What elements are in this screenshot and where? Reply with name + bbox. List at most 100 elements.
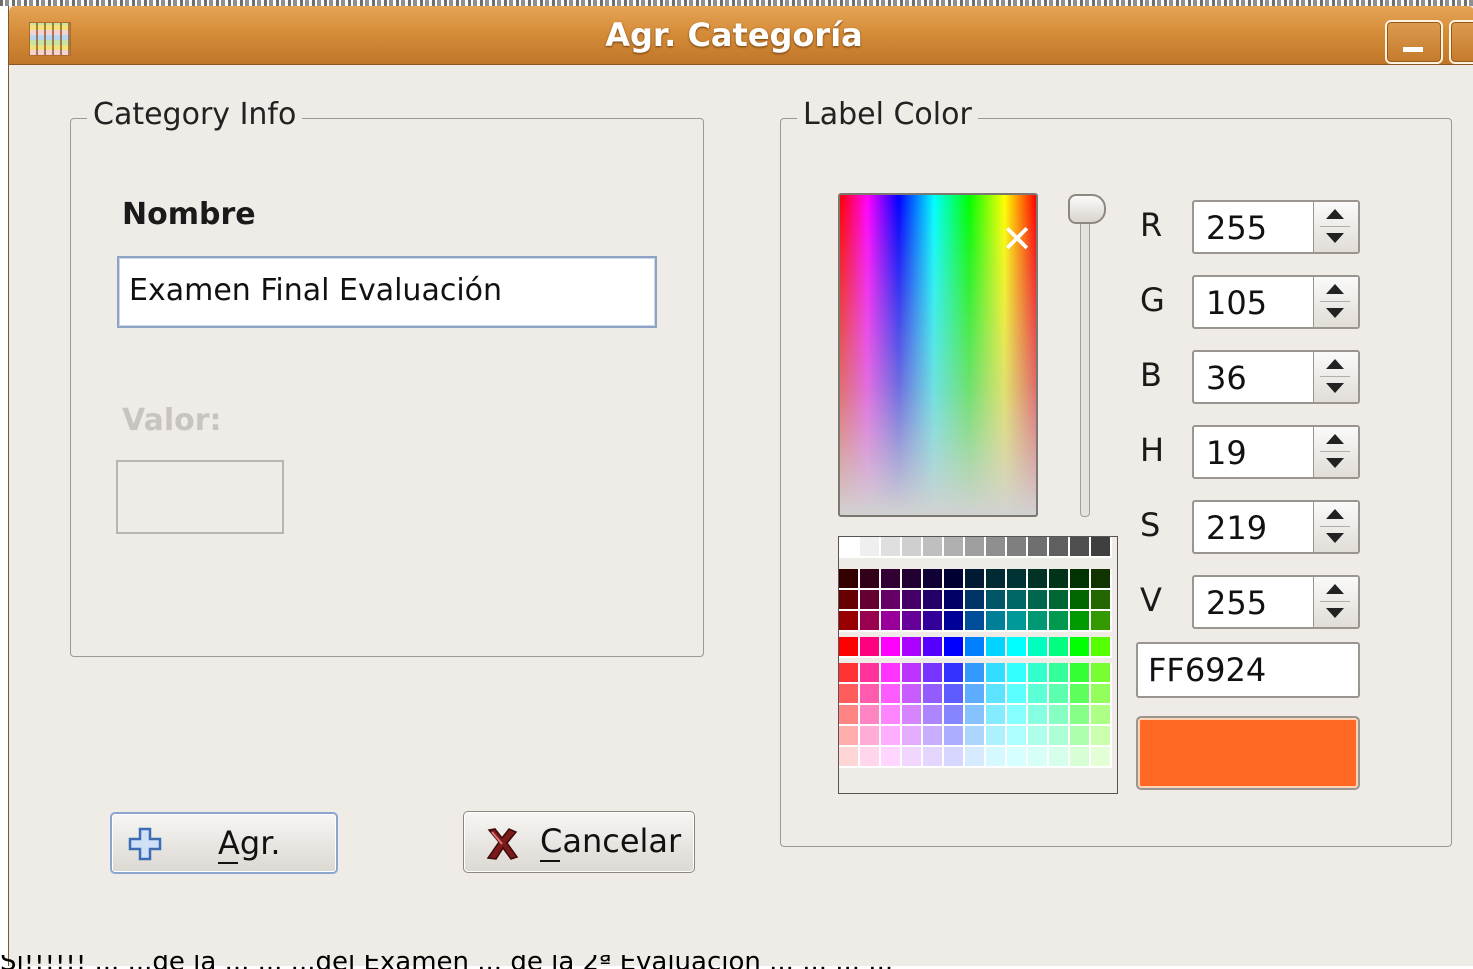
color-swatch[interactable] <box>986 569 1007 590</box>
spin-down-icon[interactable] <box>1326 383 1344 393</box>
name-input[interactable]: Examen Final Evaluación <box>117 256 657 328</box>
color-swatch[interactable] <box>1091 637 1112 658</box>
color-swatch[interactable] <box>1091 663 1112 684</box>
color-swatch[interactable] <box>860 726 881 747</box>
spin-down-icon[interactable] <box>1326 533 1344 543</box>
color-swatch[interactable] <box>1049 537 1070 558</box>
channel-value-h[interactable]: 19 <box>1206 434 1247 472</box>
color-swatch[interactable] <box>839 637 860 658</box>
color-swatch[interactable] <box>1070 590 1091 611</box>
color-swatch[interactable] <box>944 569 965 590</box>
color-swatch[interactable] <box>1091 747 1112 768</box>
color-swatch[interactable] <box>986 705 1007 726</box>
channel-spinner-v[interactable]: 255 <box>1192 575 1360 629</box>
add-button[interactable]: Agr. <box>110 812 338 874</box>
color-swatch[interactable] <box>1007 537 1028 558</box>
channel-value-g[interactable]: 105 <box>1206 284 1267 322</box>
spectrum-crosshair-icon[interactable]: ✕ <box>1000 220 1034 258</box>
color-swatch[interactable] <box>839 611 860 632</box>
channel-spinner-g[interactable]: 105 <box>1192 275 1360 329</box>
color-swatch[interactable] <box>1028 537 1049 558</box>
color-swatch[interactable] <box>860 590 881 611</box>
color-swatch[interactable] <box>1007 590 1028 611</box>
color-swatch[interactable] <box>1007 705 1028 726</box>
color-swatch[interactable] <box>1007 637 1028 658</box>
color-swatch[interactable] <box>881 590 902 611</box>
color-swatch[interactable] <box>923 569 944 590</box>
color-swatch[interactable] <box>860 684 881 705</box>
spin-up-icon[interactable] <box>1326 359 1344 369</box>
color-swatch[interactable] <box>965 590 986 611</box>
color-swatch[interactable] <box>839 684 860 705</box>
color-swatch[interactable] <box>1091 590 1112 611</box>
color-swatch[interactable] <box>986 590 1007 611</box>
color-swatch[interactable] <box>1007 569 1028 590</box>
channel-spinner-r[interactable]: 255 <box>1192 200 1360 254</box>
color-swatch[interactable] <box>965 537 986 558</box>
color-swatch[interactable] <box>1028 747 1049 768</box>
color-swatch[interactable] <box>1070 726 1091 747</box>
color-swatch[interactable] <box>1091 705 1112 726</box>
color-swatch[interactable] <box>902 726 923 747</box>
color-swatch[interactable] <box>902 569 923 590</box>
spin-buttons[interactable] <box>1313 427 1358 477</box>
color-swatch[interactable] <box>965 663 986 684</box>
color-swatch[interactable] <box>1049 611 1070 632</box>
title-bar[interactable]: Agr. Categoría <box>9 6 1473 65</box>
color-swatch[interactable] <box>860 637 881 658</box>
color-swatch[interactable] <box>1070 637 1091 658</box>
color-swatch[interactable] <box>1049 726 1070 747</box>
color-swatch[interactable] <box>923 537 944 558</box>
minimize-button[interactable] <box>1385 20 1443 64</box>
color-swatch[interactable] <box>1091 726 1112 747</box>
spin-down-icon[interactable] <box>1326 308 1344 318</box>
channel-value-v[interactable]: 255 <box>1206 584 1267 622</box>
color-swatch[interactable] <box>1007 684 1028 705</box>
color-swatch[interactable] <box>965 637 986 658</box>
color-swatch[interactable] <box>1049 569 1070 590</box>
color-swatch[interactable] <box>881 747 902 768</box>
color-swatch[interactable] <box>923 747 944 768</box>
channel-value-s[interactable]: 219 <box>1206 509 1267 547</box>
color-swatch[interactable] <box>944 705 965 726</box>
color-swatch[interactable] <box>860 705 881 726</box>
color-swatch[interactable] <box>944 537 965 558</box>
color-swatch[interactable] <box>1049 705 1070 726</box>
color-swatch[interactable] <box>944 611 965 632</box>
color-swatch[interactable] <box>1049 747 1070 768</box>
spin-buttons[interactable] <box>1313 277 1358 327</box>
color-swatch[interactable] <box>1070 747 1091 768</box>
color-swatch[interactable] <box>944 637 965 658</box>
color-swatch[interactable] <box>923 590 944 611</box>
color-swatch[interactable] <box>860 663 881 684</box>
spin-up-icon[interactable] <box>1326 584 1344 594</box>
color-swatch[interactable] <box>1070 537 1091 558</box>
color-swatch[interactable] <box>860 611 881 632</box>
spin-buttons[interactable] <box>1313 352 1358 402</box>
spin-buttons[interactable] <box>1313 202 1358 252</box>
color-swatch[interactable] <box>902 663 923 684</box>
color-swatch[interactable] <box>1049 590 1070 611</box>
color-swatch[interactable] <box>1091 537 1112 558</box>
color-swatch[interactable] <box>965 726 986 747</box>
color-swatch[interactable] <box>1007 663 1028 684</box>
color-swatch[interactable] <box>944 747 965 768</box>
color-swatch[interactable] <box>839 663 860 684</box>
spin-up-icon[interactable] <box>1326 509 1344 519</box>
color-swatch[interactable] <box>881 637 902 658</box>
color-swatch[interactable] <box>839 569 860 590</box>
color-swatch[interactable] <box>881 611 902 632</box>
color-swatch[interactable] <box>1028 705 1049 726</box>
color-swatch[interactable] <box>944 590 965 611</box>
color-swatch[interactable] <box>860 537 881 558</box>
color-swatch[interactable] <box>1091 684 1112 705</box>
channel-value-r[interactable]: 255 <box>1206 209 1267 247</box>
color-swatch[interactable] <box>881 569 902 590</box>
color-swatch[interactable] <box>1028 611 1049 632</box>
color-swatch[interactable] <box>923 726 944 747</box>
color-swatch[interactable] <box>1070 663 1091 684</box>
color-swatch[interactable] <box>986 726 1007 747</box>
color-swatch[interactable] <box>986 663 1007 684</box>
color-swatch[interactable] <box>902 747 923 768</box>
color-swatch[interactable] <box>1007 747 1028 768</box>
